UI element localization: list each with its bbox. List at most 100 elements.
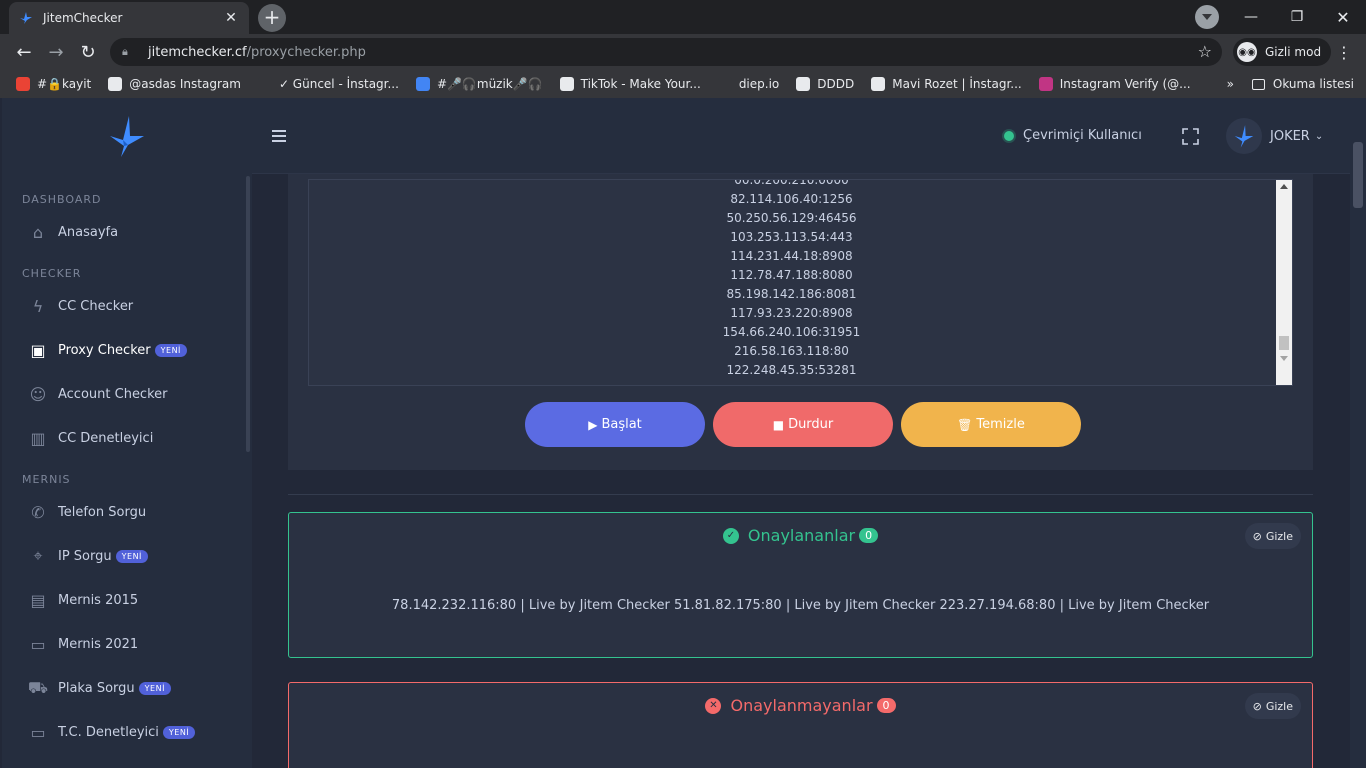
sidebar-item-mernis-2021[interactable]: ▭ Mernis 2021 [2, 622, 252, 666]
warehouse-icon: ▥ [30, 428, 46, 448]
rejected-count-badge: 0 [876, 698, 896, 713]
proxy-line: 50.250.56.129:46456 [726, 211, 857, 225]
bookmark-item[interactable]: @asdas Instagram [108, 77, 241, 91]
proxy-line: 103.253.113.54:443 [730, 230, 853, 244]
sidebar-item-label: T.C. Denetleyici [58, 724, 159, 740]
proxy-line: 154.66.240.106:31951 [722, 325, 861, 339]
hide-label: Gizle [1265, 699, 1293, 713]
hide-rejected-button[interactable]: ⊘ Gizle [1244, 693, 1301, 719]
proxy-list-textarea[interactable]: 00.0.200.210.0000 82.114.106.40:1256 50.25… [308, 179, 1293, 386]
url-host: jitemchecker.cf [148, 44, 247, 60]
browser-tab[interactable]: JitemChecker ✕ [9, 2, 249, 34]
sidebar-item-label: Plaka Sorgu [58, 680, 135, 696]
page: DASHBOARD ⌂ Anasayfa CHECKER ϟ CC Checker ▣ Pro… [0, 98, 1366, 768]
bolt-icon: ϟ [32, 296, 44, 316]
close-window-icon[interactable]: ✕ [1320, 0, 1366, 34]
sidebar-item-mernis-2015[interactable]: ▤ Mernis 2015 [2, 578, 252, 622]
user-menu[interactable]: JOKER ⌄ [1226, 118, 1323, 154]
play-icon: ▶ [588, 417, 598, 432]
bookmark-item[interactable]: ✓ Güncel - İnstagr... [257, 77, 399, 91]
approved-title: ✓ Onaylananlar 0 [289, 526, 1312, 545]
home-icon: ⌂ [32, 222, 44, 242]
sidebar-item-account-checker[interactable]: ☺ Account Checker [2, 372, 252, 416]
car-icon: ⛟ [27, 677, 49, 697]
browser-menu-icon[interactable]: ⋮ [1334, 38, 1354, 66]
fullscreen-icon[interactable] [1182, 128, 1199, 145]
bookmark-star-icon[interactable]: ☆ [1198, 42, 1212, 61]
new-tab-button[interactable]: + [258, 4, 286, 32]
menu-toggle-icon[interactable] [272, 130, 286, 145]
proxy-line: 112.78.47.188:8080 [730, 268, 853, 282]
sidebar-nav: DASHBOARD ⌂ Anasayfa CHECKER ϟ CC Checker ▣ Pro… [2, 190, 252, 754]
new-badge: YENİ [115, 549, 148, 563]
new-badge: YENİ [162, 725, 196, 739]
bookmark-favicon-icon [796, 77, 811, 91]
reading-list-button[interactable]: Okuma listesi [1273, 77, 1354, 91]
sidebar-item-t-c-denetleyici[interactable]: ▭ T.C. Denetleyici YENİ [2, 710, 252, 754]
bookmark-favicon-icon [871, 77, 886, 91]
bookmarks-overflow: » Okuma listesi [1227, 70, 1354, 98]
bookmarks-more-icon[interactable]: » [1227, 77, 1234, 91]
proxy-lines: 00.0.200.210.0000 82.114.106.40:1256 50.25… [309, 180, 1274, 380]
incognito-indicator[interactable]: ◉◉ Gizli mod [1233, 38, 1332, 66]
close-tab-icon[interactable]: ✕ [223, 10, 239, 26]
sidebar-item-telefon-sorgu[interactable]: ✆ Telefon Sorgu [2, 490, 252, 534]
start-label: Başlat [601, 417, 642, 432]
page-scrollbar[interactable] [1350, 98, 1366, 768]
user-check-icon: ☺ [29, 384, 47, 404]
rejected-title-text: Onaylanmayanlar [730, 696, 873, 715]
bookmark-label: TikTok - Make Your... [580, 77, 701, 91]
sidebar-item-plaka-sorgu[interactable]: ⛟ Plaka Sorgu YENİ [2, 666, 252, 710]
bookmark-item[interactable]: TikTok - Make Your... [559, 77, 701, 91]
bookmark-item[interactable]: #🔒kayit [16, 77, 91, 91]
forward-icon[interactable]: → [42, 38, 70, 66]
avatar [1226, 118, 1262, 154]
sidebar-item-cc-denetleyici[interactable]: ▥ CC Denetleyici [2, 416, 252, 460]
proxy-icon: ▣ [30, 340, 46, 360]
tab-search-icon[interactable] [1195, 5, 1219, 29]
start-button[interactable]: ▶ Başlat [525, 402, 705, 447]
sidebar-item-label: IP Sorgu [58, 548, 112, 564]
bookmark-item[interactable]: Instagram Verify (@... [1038, 77, 1191, 91]
browser-toolbar: ← → ↻ 🔒︎ jitemchecker.cf/proxychecker.ph… [0, 34, 1366, 70]
bookmark-favicon-icon [717, 77, 732, 91]
sidebar-item-label: Account Checker [58, 386, 168, 402]
url-path: /proxychecker.php [246, 44, 366, 60]
bookmark-item[interactable]: DDDD [796, 77, 854, 91]
address-bar[interactable]: 🔒︎ jitemchecker.cf/proxychecker.php ☆ [110, 38, 1222, 66]
stop-button[interactable]: ■ Durdur [713, 402, 893, 447]
stop-icon: ■ [772, 417, 785, 432]
trash-icon: 🗑︎ [957, 417, 973, 432]
logo[interactable] [2, 98, 252, 174]
approved-count-badge: 0 [859, 528, 879, 543]
sidebar-item-cc-checker[interactable]: ϟ CC Checker [2, 284, 252, 328]
chevron-down-icon: ⌄ [1314, 130, 1324, 142]
nav-section-title: DASHBOARD [22, 193, 102, 206]
approved-title-text: Onaylananlar [747, 526, 856, 545]
online-users: Çevrimiçi Kullanıcı [1004, 128, 1142, 143]
id-badge-icon: ▤ [30, 590, 46, 610]
username: JOKER [1270, 128, 1310, 144]
sidebar-item-label: Anasayfa [58, 224, 119, 240]
proxy-line: 117.93.23.220:8908 [730, 306, 853, 320]
minimize-icon[interactable]: — [1228, 0, 1274, 34]
textarea-scrollbar[interactable] [1276, 180, 1292, 385]
proxy-line: 82.114.106.40:1256 [730, 192, 853, 206]
sidebar-item-label: Telefon Sorgu [58, 504, 147, 520]
bookmark-item[interactable]: diep.io [717, 77, 779, 91]
sidebar-item-anasayfa[interactable]: ⌂ Anasayfa [2, 210, 252, 254]
eye-slash-icon: ⊘ [1252, 699, 1262, 713]
sidebar-item-ip-sorgu[interactable]: ⌖ IP Sorgu YENİ [2, 534, 252, 578]
bookmark-label: #🎤🎧müzik🎤🎧 [436, 77, 543, 91]
bookmark-item[interactable]: Mavi Rozet | İnstagr... [871, 77, 1022, 91]
sidebar-item-proxy-checker[interactable]: ▣ Proxy Checker YENİ [2, 328, 252, 372]
clear-button[interactable]: 🗑︎ Temizle [901, 402, 1081, 447]
back-icon[interactable]: ← [10, 38, 38, 66]
bookmark-favicon-icon [16, 77, 30, 91]
hide-approved-button[interactable]: ⊘ Gizle [1244, 523, 1301, 549]
reload-icon[interactable]: ↻ [74, 38, 102, 66]
eye-slash-icon: ⊘ [1252, 529, 1262, 543]
sidebar-scrollbar[interactable] [246, 176, 250, 452]
restore-icon[interactable]: ❐ [1274, 0, 1320, 34]
bookmark-item[interactable]: #🎤🎧müzik🎤🎧 [415, 77, 543, 91]
